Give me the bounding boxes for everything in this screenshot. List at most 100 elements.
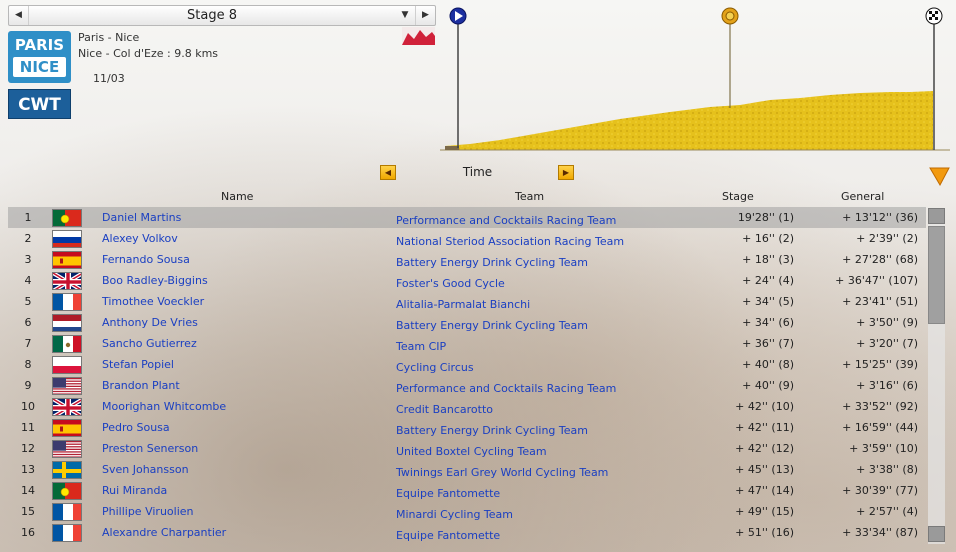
stage-time: 19'28'' (1)	[737, 211, 794, 224]
column-header-team[interactable]: Team	[515, 190, 544, 203]
table-row[interactable]: 12 Preston Senerson United Boxtel Cycling …	[8, 438, 926, 459]
prev-stage-button[interactable]: ◀	[9, 6, 29, 25]
rider-name-link[interactable]: Alexey Volkov	[102, 228, 178, 249]
rider-name-link[interactable]: Fernando Sousa	[102, 249, 190, 270]
stage-time: + 34'' (5)	[742, 295, 794, 308]
expand-arrow-icon[interactable]	[928, 164, 950, 186]
stage-time: + 42'' (11)	[735, 421, 794, 434]
table-row[interactable]: 4 Boo Radley-Biggins Foster's Good Cycle + …	[8, 270, 926, 291]
rider-name-link[interactable]: Phillipe Viruolien	[102, 501, 194, 522]
table-row[interactable]: 6 Anthony De Vries Battery Energy Drink Cy…	[8, 312, 926, 333]
race-info: Paris - Nice Nice - Col d'Eze : 9.8 kms	[78, 30, 218, 62]
rider-rank: 6	[24, 316, 32, 329]
general-time: + 16'59'' (44)	[842, 421, 918, 434]
usa-flag-icon	[52, 377, 82, 395]
portugal-flag-icon	[52, 209, 82, 227]
table-row[interactable]: 14 Rui Miranda Equipe Fantomette + 47'' (14…	[8, 480, 926, 501]
rider-rank: 1	[24, 211, 32, 224]
general-time: + 13'12'' (36)	[842, 211, 918, 224]
mexico-flag-icon	[52, 335, 82, 353]
table-row[interactable]: 10 Moorighan Whitcombe Credit Bancarotto + …	[8, 396, 926, 417]
elevation-profile	[440, 7, 950, 151]
column-header-stage[interactable]: Stage	[722, 190, 754, 203]
france-flag-icon	[52, 293, 82, 311]
column-header-name[interactable]: Name	[221, 190, 253, 203]
sweden-flag-icon	[52, 461, 82, 479]
rider-name-link[interactable]: Preston Senerson	[102, 438, 198, 459]
next-sort-button[interactable]: ▶	[558, 165, 574, 180]
rider-name-link[interactable]: Timothee Voeckler	[102, 291, 204, 312]
rider-rank: 7	[24, 337, 32, 350]
stage-time: + 42'' (12)	[735, 442, 794, 455]
stage-selector[interactable]: ◀ Stage 8 ▼ ▶	[8, 5, 436, 26]
table-row[interactable]: 7 Sancho Gutierrez Team CIP + 36'' (7) + 3'2…	[8, 333, 926, 354]
rider-rank: 3	[24, 253, 32, 266]
rider-name-link[interactable]: Moorighan Whitcombe	[102, 396, 226, 417]
rider-name-link[interactable]: Rui Miranda	[102, 480, 167, 501]
rider-rank: 11	[21, 421, 35, 434]
general-time: + 23'41'' (51)	[842, 295, 918, 308]
general-time: + 15'25'' (39)	[842, 358, 918, 371]
uk-flag-icon	[52, 398, 82, 416]
table-row[interactable]: 1 Daniel Martins Performance and Cocktails…	[8, 207, 926, 228]
start-marker-icon	[449, 7, 467, 25]
general-time: + 33'34'' (87)	[842, 526, 918, 539]
stage-time: + 40'' (8)	[742, 358, 794, 371]
finish-marker-icon	[925, 7, 943, 25]
general-time: + 3'50'' (9)	[856, 316, 918, 329]
table-row[interactable]: 15 Phillipe Viruolien Minardi Cycling Team…	[8, 501, 926, 522]
stage-time: + 24'' (4)	[742, 274, 794, 287]
rider-name-link[interactable]: Sven Johansson	[102, 459, 189, 480]
next-stage-button[interactable]: ▶	[415, 6, 435, 25]
scrollbar-thumb[interactable]	[928, 226, 945, 324]
stage-route: Nice - Col d'Eze : 9.8 kms	[78, 47, 219, 60]
stage-time: + 42'' (10)	[735, 400, 794, 413]
stage-time: + 34'' (6)	[742, 316, 794, 329]
stage-time: + 45'' (13)	[735, 463, 794, 476]
russia-flag-icon	[52, 230, 82, 248]
rider-rank: 5	[24, 295, 32, 308]
stage-time: + 51'' (16)	[735, 526, 794, 539]
rider-name-link[interactable]: Daniel Martins	[102, 207, 181, 228]
rider-rank: 16	[21, 526, 35, 539]
prev-sort-button[interactable]: ◀	[380, 165, 396, 180]
rider-name-link[interactable]: Sancho Gutierrez	[102, 333, 197, 354]
rider-rank: 4	[24, 274, 32, 287]
column-header-general[interactable]: General	[841, 190, 884, 203]
table-row[interactable]: 5 Timothee Voeckler Alitalia-Parmalat Bian…	[8, 291, 926, 312]
table-row[interactable]: 9 Brandon Plant Performance and Cocktails …	[8, 375, 926, 396]
rider-rank: 9	[24, 379, 32, 392]
race-name: Paris - Nice	[78, 31, 140, 44]
stage-dropdown-button[interactable]: ▼	[395, 6, 415, 25]
team-name-link[interactable]: Equipe Fantomette	[396, 525, 500, 546]
table-row[interactable]: 16 Alexandre Charpantier Equipe Fantomette…	[8, 522, 926, 543]
scroll-up-button[interactable]	[928, 208, 945, 224]
general-time: + 2'57'' (4)	[856, 505, 918, 518]
race-logo: PARIS NICE	[8, 31, 71, 83]
usa-flag-icon	[52, 440, 82, 458]
rider-name-link[interactable]: Brandon Plant	[102, 375, 180, 396]
rider-name-link[interactable]: Boo Radley-Biggins	[102, 270, 208, 291]
table-row[interactable]: 13 Sven Johansson Twinings Earl Grey World…	[8, 459, 926, 480]
france-flag-icon	[52, 503, 82, 521]
rider-rank: 10	[21, 400, 35, 413]
table-row[interactable]: 8 Stefan Popiel Cycling Circus + 40'' (8) + …	[8, 354, 926, 375]
race-logo-line2: NICE	[13, 57, 66, 77]
stage-label: Stage 8	[187, 8, 237, 23]
general-time: + 3'16'' (6)	[856, 379, 918, 392]
rider-name-link[interactable]: Anthony De Vries	[102, 312, 198, 333]
rider-name-link[interactable]: Stefan Popiel	[102, 354, 174, 375]
elevation-area	[445, 91, 933, 150]
general-time: + 33'52'' (92)	[842, 400, 918, 413]
france-flag-icon	[52, 524, 82, 542]
uk-flag-icon	[52, 272, 82, 290]
rider-name-link[interactable]: Alexandre Charpantier	[102, 522, 226, 543]
table-row[interactable]: 11 Pedro Sousa Battery Energy Drink Cyclin…	[8, 417, 926, 438]
table-row[interactable]: 2 Alexey Volkov National Steriod Associati…	[8, 228, 926, 249]
rider-name-link[interactable]: Pedro Sousa	[102, 417, 170, 438]
poland-flag-icon	[52, 356, 82, 374]
scroll-down-button[interactable]	[928, 526, 945, 542]
table-row[interactable]: 3 Fernando Sousa Battery Energy Drink Cycl…	[8, 249, 926, 270]
general-time: + 3'20'' (7)	[856, 337, 918, 350]
rider-rank: 13	[21, 463, 35, 476]
